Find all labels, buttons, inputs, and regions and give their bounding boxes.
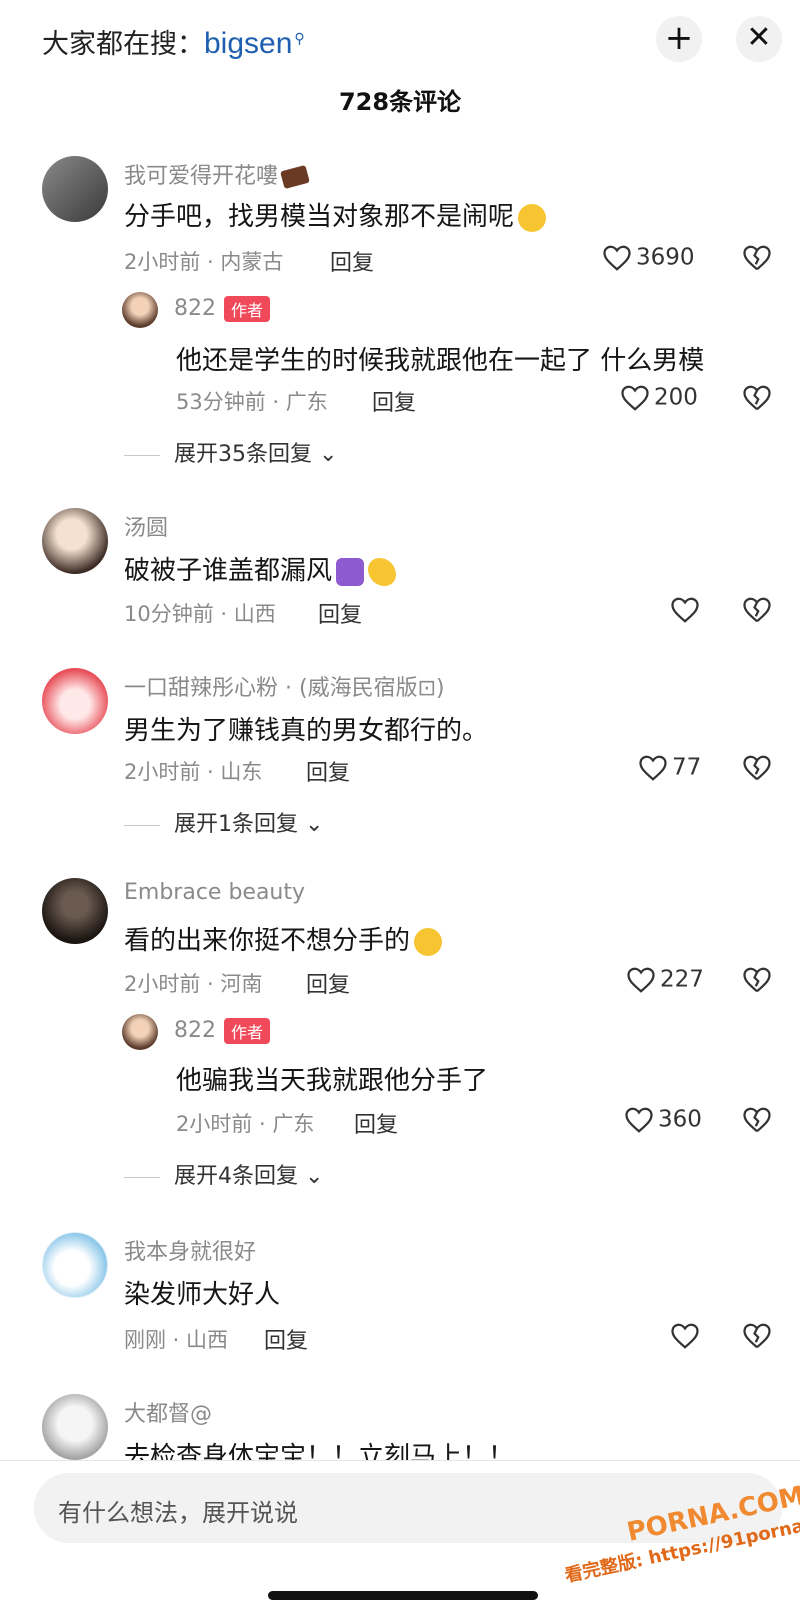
comment-username[interactable]: Embrace beauty (124, 880, 305, 905)
comment-count-title: 728条评论 (338, 88, 462, 116)
avatar[interactable] (42, 156, 108, 222)
comment-username[interactable]: 我可爱得开花嘍 (124, 158, 310, 190)
comment-time-location: 2小时前 · 河南 (124, 972, 263, 996)
like-button[interactable]: 77 (638, 754, 701, 782)
crying-laugh-emoji-icon (518, 203, 547, 232)
reply-button[interactable]: 回复 (354, 1107, 398, 1139)
dislike-broken-heart-icon[interactable] (742, 244, 772, 272)
reply-time-location: 2小时前 · 广东 (176, 1112, 315, 1136)
like-button[interactable] (670, 596, 704, 624)
heart-icon (627, 967, 655, 993)
close-button[interactable]: ✕ (736, 16, 782, 62)
comment-input-placeholder: 有什么想法，展开说说 (58, 1499, 298, 1527)
hug-emoji-icon (336, 557, 365, 586)
comment-text: 男生为了赚钱真的男女都行的。 (124, 716, 489, 746)
home-indicator[interactable] (268, 1591, 538, 1600)
reply-button[interactable]: 回复 (306, 755, 350, 787)
expand-replies-button[interactable]: 展开4条回复 ⌄ (124, 1158, 323, 1190)
like-count: 200 (654, 384, 698, 411)
divider (124, 824, 160, 826)
like-count: 3690 (636, 244, 695, 271)
avatar[interactable] (42, 668, 108, 734)
reply-button[interactable]: 回复 (264, 1323, 308, 1355)
like-button[interactable]: 227 (626, 966, 704, 994)
chevron-down-icon: ⌄ (319, 442, 338, 467)
smiling-tear-emoji-icon (414, 927, 443, 956)
expand-replies-button[interactable]: 展开35条回复 ⌄ (124, 436, 337, 468)
divider (124, 454, 160, 456)
heart-icon (639, 755, 667, 781)
reply-time-location: 53分钟前 · 广东 (176, 390, 328, 414)
chocolate-emoji-icon (280, 164, 310, 190)
comment-text: 破被子谁盖都漏风 (124, 550, 397, 587)
avatar[interactable] (122, 1014, 158, 1050)
comment-text: 看的出来你挺不想分手的 (124, 920, 443, 957)
avatar[interactable] (42, 508, 108, 574)
search-icon: ⚲ (294, 31, 305, 47)
reply-username[interactable]: 822 作者 (174, 1018, 271, 1044)
comment-input-area: 有什么想法，展开说说 PORNA.COM 看完整版: https://91por… (0, 1460, 800, 1624)
add-button[interactable]: + (656, 16, 702, 62)
like-button[interactable]: 200 (620, 384, 698, 412)
chevron-down-icon: ⌄ (305, 1164, 324, 1189)
comment-text: 染发师大好人 (124, 1280, 281, 1310)
author-badge: 作者 (224, 296, 271, 322)
comment-username[interactable]: 汤圆 (124, 510, 168, 542)
header: 大家都在搜：bigsen ⚲ + ✕ (0, 0, 800, 80)
heart-icon (671, 597, 699, 623)
reply-username[interactable]: 822 作者 (174, 296, 271, 322)
dislike-broken-heart-icon[interactable] (742, 754, 772, 782)
avatar[interactable] (122, 292, 158, 328)
dislike-broken-heart-icon[interactable] (742, 384, 772, 412)
dislike-broken-heart-icon[interactable] (742, 596, 772, 624)
search-term-link[interactable]: bigsen (204, 27, 292, 60)
comment-username[interactable]: 大都督@ (124, 1396, 212, 1428)
avatar[interactable] (42, 1232, 108, 1298)
avatar[interactable] (42, 1394, 108, 1460)
reply-button[interactable]: 回复 (318, 597, 362, 629)
dislike-broken-heart-icon[interactable] (742, 1106, 772, 1134)
like-count: 77 (672, 754, 702, 781)
trending-search[interactable]: 大家都在搜：bigsen ⚲ (42, 22, 305, 61)
comment-time-location: 2小时前 · 山东 (124, 760, 263, 784)
search-prefix-label: 大家都在搜： (42, 29, 204, 60)
comment-time-location: 刚刚 · 山西 (124, 1328, 229, 1352)
comment-username[interactable]: 一口甜辣彤心粉 · (威海民宿版⊡) (124, 670, 445, 702)
heart-icon (671, 1323, 699, 1349)
comment-username[interactable]: 我本身就很好 (124, 1234, 256, 1266)
author-badge: 作者 (224, 1018, 271, 1044)
expand-replies-button[interactable]: 展开1条回复 ⌄ (124, 806, 323, 838)
dislike-broken-heart-icon[interactable] (742, 1322, 772, 1350)
like-button[interactable]: 3690 (602, 244, 695, 272)
reply-button[interactable]: 回复 (372, 385, 416, 417)
clap-emoji-icon (368, 557, 397, 586)
comment-time-location: 2小时前 · 内蒙古 (124, 250, 284, 274)
reply-text: 他骗我当天我就跟他分手了 (176, 1066, 489, 1096)
reply-button[interactable]: 回复 (306, 967, 350, 999)
dislike-broken-heart-icon[interactable] (742, 966, 772, 994)
chevron-down-icon: ⌄ (305, 812, 324, 837)
comment-time-location: 10分钟前 · 山西 (124, 602, 276, 626)
like-button[interactable] (670, 1322, 704, 1350)
like-count: 227 (660, 966, 704, 993)
divider (124, 1176, 160, 1178)
reply-text: 他还是学生的时候我就跟他在一起了 什么男模 (176, 346, 705, 376)
comment-text: 分手吧，找男模当对象那不是闹呢 (124, 196, 547, 233)
like-count: 360 (658, 1106, 702, 1133)
reply-button[interactable]: 回复 (330, 245, 374, 277)
like-button[interactable]: 360 (624, 1106, 702, 1134)
avatar[interactable] (42, 878, 108, 944)
heart-icon (621, 385, 649, 411)
heart-icon (603, 245, 631, 271)
heart-icon (625, 1107, 653, 1133)
